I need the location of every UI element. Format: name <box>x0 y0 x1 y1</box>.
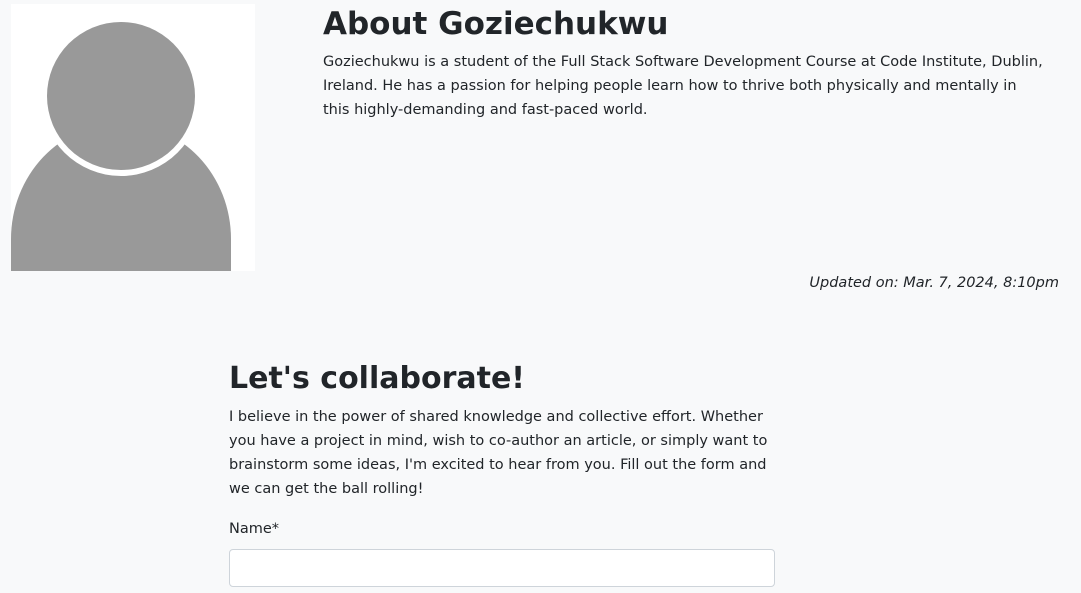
profile-avatar <box>11 4 255 271</box>
about-title: About Goziechukwu <box>323 6 669 42</box>
name-label: Name* <box>229 521 280 537</box>
collaborate-text: I believe in the power of shared knowled… <box>229 409 768 497</box>
collaborate-title: Let's collaborate! <box>229 361 525 396</box>
name-input[interactable] <box>229 549 775 587</box>
about-bio: Goziechukwu is a student of the Full Sta… <box>323 54 1043 118</box>
page: About Goziechukwu Goziechukwu is a stude… <box>0 0 1081 593</box>
user-placeholder-icon <box>11 4 255 271</box>
updated-timestamp: Updated on: Mar. 7, 2024, 8:10pm <box>809 275 1059 291</box>
